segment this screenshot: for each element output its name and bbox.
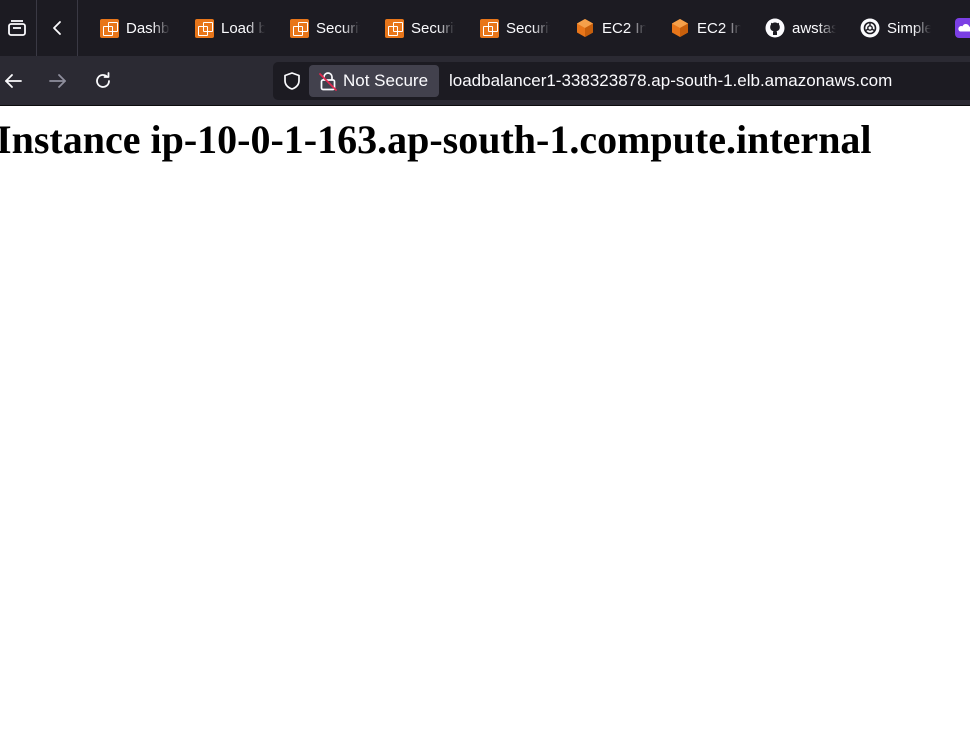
arrow-left-icon — [5, 74, 22, 88]
tab-scroll-left-button[interactable] — [38, 0, 78, 56]
tab-label: Dashb — [126, 19, 170, 37]
tab-label: awstas — [792, 19, 836, 37]
aws-console-icon — [385, 18, 404, 38]
back-button[interactable] — [0, 65, 29, 97]
cloud-icon — [955, 18, 970, 38]
chevron-left-icon — [52, 21, 61, 35]
tab-chatgpt[interactable]: Simple — [860, 8, 931, 48]
tracking-protection-button[interactable] — [281, 70, 303, 92]
tab-github[interactable]: awstas — [765, 8, 836, 48]
ec2-icon — [672, 19, 688, 37]
tab-label: Simple — [887, 19, 931, 37]
tab-partial[interactable] — [955, 8, 970, 48]
tab-security-1[interactable]: Securit — [290, 8, 360, 48]
openai-icon — [860, 18, 880, 38]
tab-label: Securit — [411, 19, 455, 37]
tab-overview-icon — [8, 20, 26, 36]
github-icon — [765, 18, 785, 38]
page-heading: Instance ip-10-0-1-163.ap-south-1.comput… — [0, 117, 872, 162]
reload-icon — [96, 72, 110, 88]
arrow-right-icon — [49, 74, 66, 88]
tab-label: Securit — [316, 19, 360, 37]
tab-label: EC2 In — [697, 19, 741, 37]
url-bar[interactable]: Not Secure loadbalancer1-338323878.ap-so… — [273, 62, 970, 100]
tab-label: Securit — [506, 19, 550, 37]
tab-security-2[interactable]: Securit — [385, 8, 455, 48]
navigation-toolbar: Not Secure loadbalancer1-338323878.ap-so… — [0, 56, 970, 106]
aws-console-icon — [195, 18, 214, 38]
reload-button[interactable] — [87, 65, 119, 97]
tab-ec2-2[interactable]: EC2 In — [670, 8, 741, 48]
tab-label: Load b — [221, 19, 265, 37]
tab-dashboard[interactable]: Dashb — [100, 8, 170, 48]
site-security-indicator[interactable]: Not Secure — [309, 65, 439, 97]
aws-console-icon — [100, 18, 119, 38]
url-text[interactable]: loadbalancer1-338323878.ap-south-1.elb.a… — [449, 62, 892, 100]
insecure-lock-icon — [319, 72, 337, 91]
tab-label: EC2 In — [602, 19, 646, 37]
page-content: Instance ip-10-0-1-163.ap-south-1.comput… — [0, 106, 970, 748]
tab-security-3[interactable]: Securit — [480, 8, 550, 48]
tab-strip: Dashb Load b Securit Securit Securit EC2… — [0, 0, 970, 56]
not-secure-label: Not Secure — [343, 71, 429, 90]
aws-console-icon — [480, 18, 499, 38]
ec2-icon — [577, 19, 593, 37]
tab-overview-button[interactable] — [0, 0, 37, 56]
forward-button[interactable] — [42, 65, 74, 97]
aws-console-icon — [290, 18, 309, 38]
tab-load-balancer[interactable]: Load b — [195, 8, 265, 48]
tab-ec2-1[interactable]: EC2 In — [575, 8, 646, 48]
shield-icon — [284, 72, 300, 90]
